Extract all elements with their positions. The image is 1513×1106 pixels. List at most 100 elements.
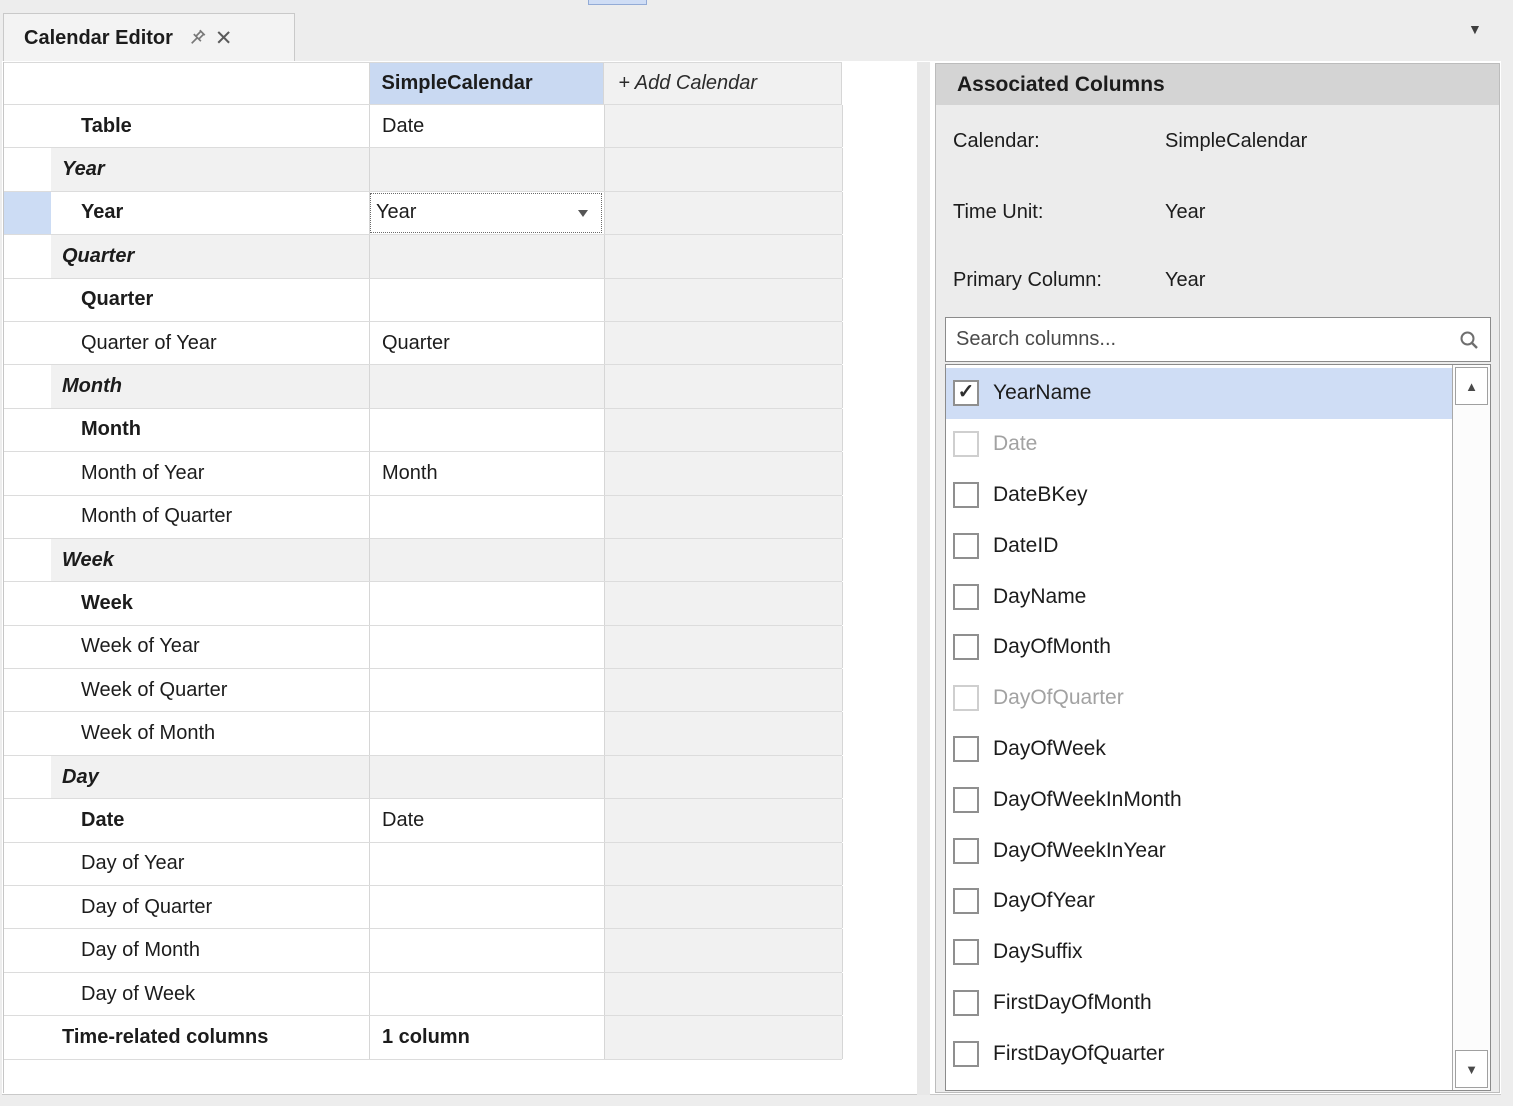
value-cell[interactable] xyxy=(369,756,604,798)
add-calendar-cell xyxy=(604,799,843,841)
column-list-item-dayofweekinyear[interactable]: ✓ DayOfWeekInYear xyxy=(946,825,1452,876)
field-row: Week xyxy=(4,582,842,625)
year-column-dropdown[interactable]: Year xyxy=(370,193,602,233)
column-list-item-daysuffix[interactable]: ✓ DaySuffix xyxy=(946,927,1452,978)
field-row: Week of Month xyxy=(4,712,842,755)
checkbox[interactable]: ✓ xyxy=(953,1041,979,1067)
search-icon[interactable] xyxy=(1458,329,1480,351)
checkbox[interactable]: ✓ xyxy=(953,990,979,1016)
value-cell[interactable] xyxy=(369,669,604,711)
row-label: Time-related columns xyxy=(51,1016,369,1058)
column-list-item-yearname[interactable]: ✓ YearName xyxy=(946,368,1452,419)
value-cell[interactable]: Date xyxy=(369,105,604,147)
row-label: Month of Quarter xyxy=(51,496,369,538)
info-row-primary-column: Primary Column: Year xyxy=(953,269,1205,292)
checkbox[interactable]: ✓ xyxy=(953,634,979,660)
search-input[interactable] xyxy=(946,318,1490,361)
column-list-item-date[interactable]: ✓ Date xyxy=(946,419,1452,470)
column-name: DaySuffix xyxy=(993,940,1083,964)
calendar-column-header[interactable]: SimpleCalendar xyxy=(369,63,604,104)
row-header-cell xyxy=(4,235,51,277)
scroll-up-button[interactable]: ▲ xyxy=(1455,367,1488,405)
column-list-item-dayname[interactable]: ✓ DayName xyxy=(946,571,1452,622)
checkbox[interactable]: ✓ xyxy=(953,685,979,711)
column-name: DateBKey xyxy=(993,483,1088,507)
checkbox[interactable]: ✓ xyxy=(953,533,979,559)
pin-icon[interactable] xyxy=(185,26,209,50)
column-list-item-firstdayofquarter[interactable]: ✓ FirstDayOfQuarter xyxy=(946,1028,1452,1079)
value-cell[interactable] xyxy=(369,409,604,451)
column-list-item-firstdayofweek[interactable]: ✓ FirstDayOfWeek xyxy=(946,1079,1452,1091)
value-cell[interactable] xyxy=(369,886,604,928)
close-icon[interactable]: ✕ xyxy=(215,28,233,49)
row-label: Week xyxy=(51,539,369,581)
row-label: Day of Week xyxy=(51,973,369,1015)
value-cell[interactable] xyxy=(369,626,604,668)
value-cell[interactable] xyxy=(369,843,604,885)
value-cell[interactable] xyxy=(369,235,604,277)
empty-row xyxy=(4,1060,842,1093)
checkbox[interactable]: ✓ xyxy=(953,736,979,762)
tab-calendar-editor[interactable]: Calendar Editor ✕ xyxy=(3,13,295,62)
value-cell[interactable] xyxy=(369,582,604,624)
checkbox[interactable]: ✓ xyxy=(953,584,979,610)
column-list-item-dayofquarter[interactable]: ✓ DayOfQuarter xyxy=(946,673,1452,724)
column-name: DayOfQuarter xyxy=(993,686,1124,710)
checkbox[interactable]: ✓ xyxy=(953,787,979,813)
add-calendar-cell xyxy=(604,452,843,494)
column-list-item-dayofyear[interactable]: ✓ DayOfYear xyxy=(946,876,1452,927)
value-cell[interactable]: Quarter xyxy=(369,322,604,364)
add-calendar-cell xyxy=(604,1016,843,1058)
add-calendar-cell xyxy=(604,669,843,711)
scroll-down-button[interactable]: ▼ xyxy=(1455,1050,1488,1088)
column-name: DayName xyxy=(993,585,1086,609)
value-cell[interactable]: Year xyxy=(369,192,604,234)
panel-splitter[interactable] xyxy=(917,62,930,1095)
value-cell[interactable] xyxy=(369,279,604,321)
row-header-cell xyxy=(4,886,51,928)
value-cell[interactable] xyxy=(369,365,604,407)
field-row: Day of Quarter xyxy=(4,886,842,929)
column-list-item-firstdayofmonth[interactable]: ✓ FirstDayOfMonth xyxy=(946,978,1452,1029)
scrollbar[interactable]: ▲ ▼ xyxy=(1452,365,1490,1090)
checkbox[interactable]: ✓ xyxy=(953,888,979,914)
row-header-cell xyxy=(4,452,51,494)
row-label: Week of Quarter xyxy=(51,669,369,711)
value-cell[interactable] xyxy=(369,973,604,1015)
add-calendar-cell xyxy=(604,626,843,668)
search-box xyxy=(945,317,1491,362)
add-calendar-button[interactable]: + Add Calendar xyxy=(603,63,842,104)
value-cell[interactable]: 1 column xyxy=(369,1016,604,1058)
value-cell[interactable] xyxy=(369,496,604,538)
column-list-item-dayofweekinmonth[interactable]: ✓ DayOfWeekInMonth xyxy=(946,774,1452,825)
checkbox[interactable]: ✓ xyxy=(953,939,979,965)
add-calendar-cell xyxy=(604,886,843,928)
row-header-cell xyxy=(4,669,51,711)
column-list-item-datebkey[interactable]: ✓ DateBKey xyxy=(946,470,1452,521)
row-header-cell xyxy=(4,279,51,321)
field-row: Table Date xyxy=(4,105,842,148)
column-list-item-dayofmonth[interactable]: ✓ DayOfMonth xyxy=(946,622,1452,673)
row-label: Year xyxy=(51,148,369,190)
column-name: DayOfWeekInYear xyxy=(993,839,1166,863)
value-cell[interactable] xyxy=(369,539,604,581)
row-label: Quarter xyxy=(51,235,369,277)
info-value: SimpleCalendar xyxy=(1165,130,1307,153)
value-cell[interactable]: Date xyxy=(369,799,604,841)
row-label: Day xyxy=(51,756,369,798)
field-row: Day of Week xyxy=(4,973,842,1016)
column-list-item-dayofweek[interactable]: ✓ DayOfWeek xyxy=(946,724,1452,775)
checkbox[interactable]: ✓ xyxy=(953,431,979,457)
window-dropdown-button[interactable]: ▼ xyxy=(1468,21,1482,37)
checkbox[interactable]: ✓ xyxy=(953,838,979,864)
checkbox[interactable]: ✓ xyxy=(953,380,979,406)
value-cell[interactable] xyxy=(369,148,604,190)
group-row: Week xyxy=(4,539,842,582)
value-cell[interactable] xyxy=(369,929,604,971)
value-cell[interactable] xyxy=(369,712,604,754)
checkbox[interactable]: ✓ xyxy=(953,482,979,508)
check-icon: ✓ xyxy=(958,382,975,402)
value-cell[interactable]: Month xyxy=(369,452,604,494)
toolbar-remnant xyxy=(588,0,647,5)
column-list-item-dateid[interactable]: ✓ DateID xyxy=(946,520,1452,571)
